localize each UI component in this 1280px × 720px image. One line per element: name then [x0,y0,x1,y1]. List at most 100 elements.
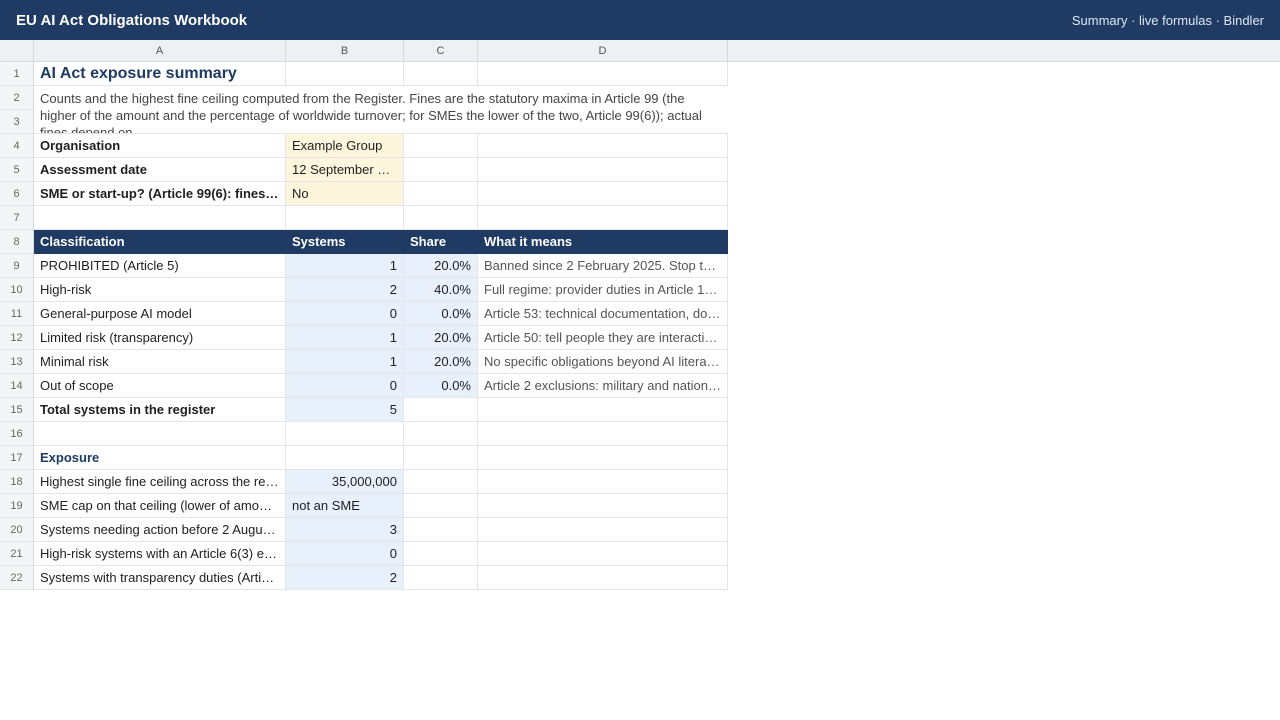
systems-count[interactable]: 0 [286,302,404,326]
share-value[interactable]: 20.0% [404,326,478,350]
total-value[interactable]: 5 [286,398,404,422]
systems-count[interactable]: 1 [286,350,404,374]
header-systems[interactable]: Systems [286,230,404,254]
systems-count[interactable]: 0 [286,374,404,398]
row-number[interactable]: 18 [0,470,34,494]
cell[interactable] [286,422,404,446]
cell[interactable] [478,134,728,158]
row-number[interactable]: 4 [0,134,34,158]
cell[interactable] [34,422,286,446]
cell[interactable] [404,470,478,494]
row-number[interactable]: 14 [0,374,34,398]
exposure-value[interactable]: 3 [286,518,404,542]
cell[interactable] [478,446,728,470]
column-header-d[interactable]: D [478,40,728,62]
classification-name[interactable]: Out of scope [34,374,286,398]
row-number[interactable]: 1 [0,62,34,86]
cell[interactable] [404,422,478,446]
exposure-label[interactable]: Systems needing action before 2 August 2… [34,518,286,542]
cell[interactable] [404,158,478,182]
cell[interactable] [478,422,728,446]
sheet-description[interactable]: Counts and the highest fine ceiling comp… [34,86,728,134]
cell[interactable] [286,62,404,86]
meaning-text[interactable]: Article 2 exclusions: military and natio… [478,374,728,398]
row-number[interactable]: 3 [0,110,34,134]
row-number[interactable]: 5 [0,158,34,182]
systems-count[interactable]: 2 [286,278,404,302]
meaning-text[interactable]: Full regime: provider duties in Article … [478,278,728,302]
cell[interactable] [478,494,728,518]
cell[interactable] [478,158,728,182]
row-number[interactable]: 19 [0,494,34,518]
select-all-corner[interactable] [0,40,34,62]
meaning-text[interactable]: Article 50: tell people they are interac… [478,326,728,350]
exposure-heading[interactable]: Exposure [34,446,286,470]
cell[interactable] [286,206,404,230]
cell[interactable] [478,566,728,590]
column-header-b[interactable]: B [286,40,404,62]
meaning-text[interactable]: Banned since 2 February 2025. Stop the s… [478,254,728,278]
share-value[interactable]: 0.0% [404,374,478,398]
classification-name[interactable]: Limited risk (transparency) [34,326,286,350]
sme-label[interactable]: SME or start-up? (Article 99(6): fines c… [34,182,286,206]
exposure-label[interactable]: High-risk systems with an Article 6(3) e… [34,542,286,566]
cell[interactable] [478,518,728,542]
cell[interactable] [404,62,478,86]
header-share[interactable]: Share [404,230,478,254]
cell[interactable] [404,446,478,470]
cell[interactable] [404,566,478,590]
share-value[interactable]: 20.0% [404,350,478,374]
row-number[interactable]: 21 [0,542,34,566]
row-number[interactable]: 11 [0,302,34,326]
classification-name[interactable]: General-purpose AI model [34,302,286,326]
header-meaning[interactable]: What it means [478,230,728,254]
row-number[interactable]: 16 [0,422,34,446]
systems-count[interactable]: 1 [286,326,404,350]
row-number[interactable]: 8 [0,230,34,254]
meaning-text[interactable]: Article 53: technical documentation, dow… [478,302,728,326]
row-number[interactable]: 20 [0,518,34,542]
row-number[interactable]: 22 [0,566,34,590]
cell[interactable] [478,62,728,86]
exposure-label[interactable]: Highest single fine ceiling across the r… [34,470,286,494]
classification-name[interactable]: Minimal risk [34,350,286,374]
header-classification[interactable]: Classification [34,230,286,254]
systems-count[interactable]: 1 [286,254,404,278]
cell[interactable] [478,398,728,422]
exposure-value[interactable]: not an SME [286,494,404,518]
share-value[interactable]: 20.0% [404,254,478,278]
exposure-label[interactable]: SME cap on that ceiling (lower of amount… [34,494,286,518]
column-header-c[interactable]: C [404,40,478,62]
classification-name[interactable]: High-risk [34,278,286,302]
exposure-label[interactable]: Systems with transparency duties (Articl… [34,566,286,590]
sme-input[interactable]: No [286,182,404,206]
row-number[interactable]: 6 [0,182,34,206]
cell[interactable] [404,542,478,566]
column-header-a[interactable]: A [34,40,286,62]
classification-name[interactable]: PROHIBITED (Article 5) [34,254,286,278]
row-number[interactable]: 10 [0,278,34,302]
row-number[interactable]: 12 [0,326,34,350]
cell[interactable] [478,542,728,566]
organisation-label[interactable]: Organisation [34,134,286,158]
exposure-value[interactable]: 35,000,000 [286,470,404,494]
row-number[interactable]: 2 [0,86,34,110]
sheet-heading[interactable]: AI Act exposure summary [34,62,286,86]
assessment-date-input[interactable]: 12 September 2026 [286,158,404,182]
cell[interactable] [404,206,478,230]
row-number[interactable]: 9 [0,254,34,278]
cell[interactable] [404,182,478,206]
share-value[interactable]: 0.0% [404,302,478,326]
cell[interactable] [478,182,728,206]
assessment-date-label[interactable]: Assessment date [34,158,286,182]
row-number[interactable]: 13 [0,350,34,374]
exposure-value[interactable]: 0 [286,542,404,566]
cell[interactable] [404,398,478,422]
cell[interactable] [34,206,286,230]
row-number[interactable]: 7 [0,206,34,230]
cell[interactable] [286,446,404,470]
meaning-text[interactable]: No specific obligations beyond AI litera… [478,350,728,374]
row-number[interactable]: 17 [0,446,34,470]
cell[interactable] [478,470,728,494]
exposure-value[interactable]: 2 [286,566,404,590]
